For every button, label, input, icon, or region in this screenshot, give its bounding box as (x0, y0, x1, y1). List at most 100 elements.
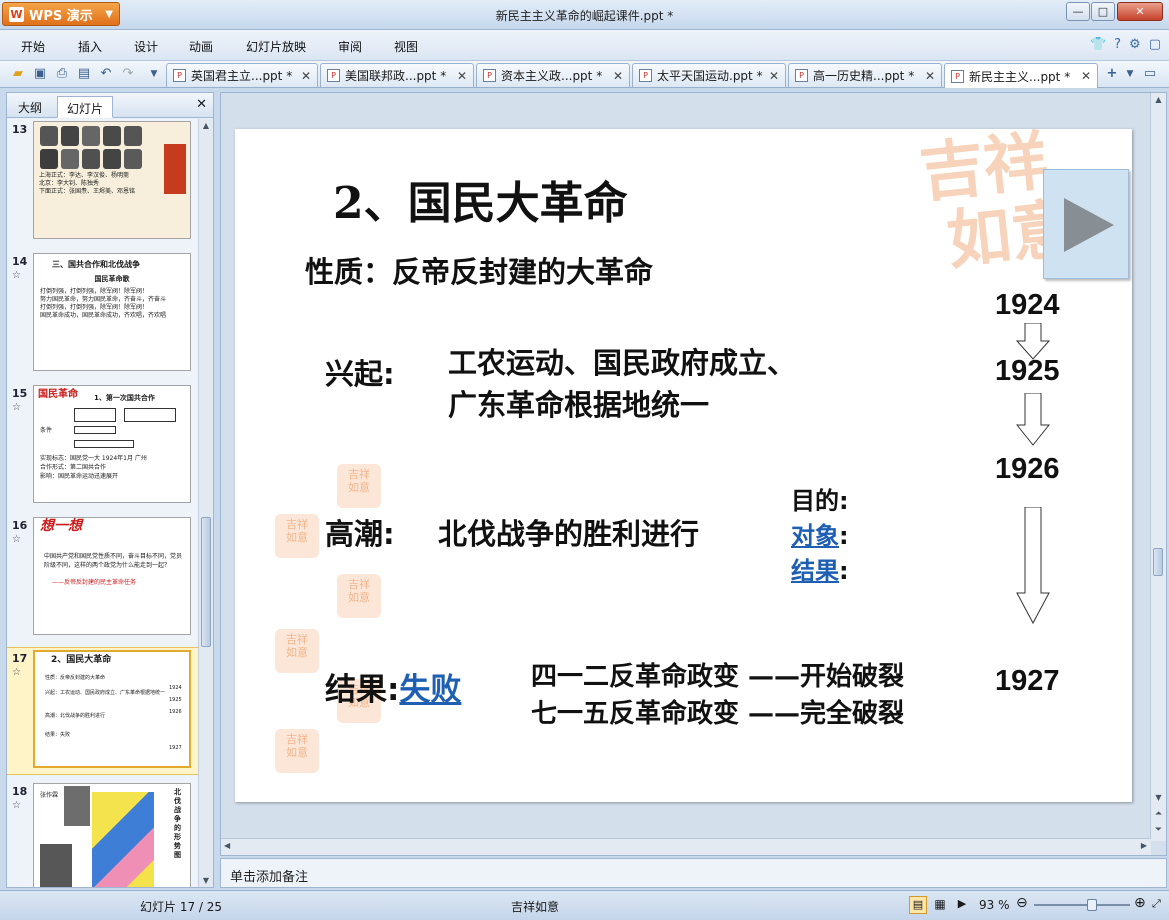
ppt-file-icon: P (173, 69, 186, 82)
customize-toolbar-icon[interactable]: ▼ (146, 66, 162, 82)
editor-vertical-scrollbar[interactable]: ▲ ▼ ⏶ ⏷ (1150, 93, 1166, 841)
editor-horizontal-scrollbar[interactable]: ◀ ▶ (221, 838, 1151, 855)
close-tab-icon[interactable]: ✕ (301, 69, 311, 83)
slide-title: 2、国民大革命 (333, 178, 628, 229)
menu-bar: 开始 插入 设计 动画 幻灯片放映 审阅 视图 👕 ? ⚙ ▢ (0, 30, 1169, 61)
tab-outline[interactable]: 大纲 (9, 96, 51, 118)
close-tab-icon[interactable]: ✕ (1081, 69, 1091, 83)
menu-insert[interactable]: 插入 (78, 38, 102, 55)
slide-thumb-16[interactable]: 16 ☆ 想一想 中国共产党和国民党性质不同，奋斗目标不同，党员阶级不同，这样的… (7, 515, 199, 643)
close-button[interactable]: ✕ (1117, 2, 1163, 21)
close-tab-icon[interactable]: ✕ (613, 69, 623, 83)
zoom-in-icon[interactable]: ⊕ (1134, 895, 1146, 911)
target-colon: : (839, 522, 849, 550)
target-link[interactable]: 对象 (791, 522, 839, 550)
fit-window-icon[interactable]: ⤢ (1152, 897, 1161, 911)
close-tab-icon[interactable]: ✕ (457, 69, 467, 83)
slide-thumb-17-selected[interactable]: 17 ☆ 2、国民大革命 性质：反帝反封建的大革命 兴起：工农运动、国民政府成立… (7, 647, 199, 775)
slide-thumbnail[interactable]: 想一想 中国共产党和国民党性质不同，奋斗目标不同，党员阶级不同，这样的两个政党为… (33, 517, 191, 635)
undo-icon[interactable]: ↶ (98, 66, 114, 82)
scroll-up-icon[interactable]: ▲ (1151, 93, 1166, 104)
menu-slideshow[interactable]: 幻灯片放映 (246, 38, 306, 55)
window-layout-icon[interactable]: ▭ (1142, 66, 1158, 82)
slide-number: 16 (12, 519, 28, 532)
open-icon[interactable]: ▰ (10, 66, 26, 82)
thumb-caption: 北伐战争的形势图 (174, 788, 181, 859)
slide-thumbnail[interactable]: 上海正式：李达、李汉俊、杨明斋 北京：李大钊、陈独秀 下面正式：张国焘、王烬美、… (33, 121, 191, 239)
minimize-button[interactable]: — (1066, 2, 1090, 21)
status-bar: 幻灯片 17 / 25 吉祥如意 ▤ ▦ ▶ 93 % ⊖ ⊕ ⤢ (0, 890, 1169, 920)
result-link-failure[interactable]: 失败 (399, 672, 461, 708)
doc-tab-4[interactable]: P 太平天国运动.ppt * ✕ (632, 63, 786, 87)
scroll-down-icon[interactable]: ▼ (1151, 793, 1166, 802)
scrollbar-thumb[interactable] (201, 517, 211, 647)
doc-tab-3[interactable]: P 资本主义政...ppt * ✕ (476, 63, 630, 87)
close-tab-icon[interactable]: ✕ (769, 69, 779, 83)
diagram-box (124, 408, 176, 422)
next-slide-icon[interactable]: ⏷ (1151, 825, 1166, 835)
slide-canvas[interactable]: 吉祥 如意 吉祥 如意 吉祥 如意 吉祥 如意 吉祥 如意 吉祥 如意 吉祥 如意 2、国民大… (235, 129, 1132, 802)
thumb-title: 想一想 (40, 518, 82, 534)
doc-tab-2[interactable]: P 美国联邦政...ppt * ✕ (320, 63, 474, 87)
rise-line-2: 广东革命根据地统一 (448, 388, 710, 422)
scroll-right-icon[interactable]: ▶ (1141, 841, 1147, 850)
outcome-link[interactable]: 结果 (791, 557, 839, 585)
normal-view-icon[interactable]: ▤ (909, 896, 927, 914)
slide-thumbnail[interactable]: 三、国共合作和北伐战争 国民革命歌 打倒列强，打倒列强，除军阀！除军阀！ 努力国… (33, 253, 191, 371)
scroll-down-icon[interactable]: ▼ (199, 876, 213, 885)
shirt-icon[interactable]: 👕 (1090, 37, 1106, 52)
climax-label: 高潮: (325, 517, 395, 551)
slideshow-view-icon[interactable]: ▶ (953, 896, 971, 914)
maximize-button[interactable]: □ (1091, 2, 1115, 21)
menu-view[interactable]: 视图 (394, 38, 418, 55)
doc-tab-label: 英国君主立...ppt * (191, 69, 293, 83)
notes-pane[interactable]: 单击添加备注 (220, 858, 1167, 888)
doc-tab-6-active[interactable]: P 新民主主义...ppt * ✕ (944, 63, 1098, 88)
restore-ribbon-icon[interactable]: ▢ (1149, 37, 1161, 52)
print-icon[interactable]: ⎙ (54, 66, 70, 82)
close-tab-icon[interactable]: ✕ (925, 69, 935, 83)
slide-thumbnail[interactable]: 国民革命 1、第一次国共合作 条件 实现标志：国民党一大 1924年1月 广州 … (33, 385, 191, 503)
doc-tab-5[interactable]: P 高一历史精...ppt * ✕ (788, 63, 942, 87)
animation-star-icon: ☆ (12, 667, 21, 678)
menu-animation[interactable]: 动画 (189, 38, 213, 55)
menu-design[interactable]: 设计 (134, 38, 158, 55)
scroll-up-icon[interactable]: ▲ (199, 119, 213, 130)
options-icon[interactable]: ⚙ (1129, 37, 1141, 52)
slide-thumb-18[interactable]: 18 ☆ 张作霖 北伐战争的形势图 (7, 781, 199, 887)
slide-sorter-view-icon[interactable]: ▦ (931, 896, 949, 914)
diagram-box (74, 426, 116, 434)
print-preview-icon[interactable]: ▤ (76, 66, 92, 82)
thumb-text: 中国共产党和国民党性质不同，奋斗目标不同，党员阶级不同，这样的两个政党为什么能走… (44, 553, 183, 586)
slide-thumb-15[interactable]: 15 ☆ 国民革命 1、第一次国共合作 条件 实现标志：国民党一大 1924年1… (7, 383, 199, 511)
zoom-slider-knob[interactable] (1087, 899, 1098, 911)
help-icon[interactable]: ? (1114, 37, 1121, 52)
close-panel-icon[interactable]: ✕ (196, 97, 207, 112)
slide-thumb-13[interactable]: 13 上海正式：李达、李汉俊、杨明斋 北京：李大钊、陈独秀 下面正式：张国焘、王… (7, 119, 199, 247)
save-icon[interactable]: ▣ (32, 66, 48, 82)
play-action-button[interactable] (1043, 169, 1129, 279)
menu-home[interactable]: 开始 (21, 38, 45, 55)
scrollbar-thumb[interactable] (1153, 548, 1163, 576)
previous-slide-icon[interactable]: ⏶ (1151, 809, 1166, 819)
tab-slides[interactable]: 幻灯片 (57, 96, 114, 118)
doc-tab-label: 新民主主义...ppt * (969, 69, 1071, 84)
doc-tab-1[interactable]: P 英国君主立...ppt * ✕ (166, 63, 318, 87)
tab-list-chevron-icon[interactable]: ▼ (1122, 66, 1138, 82)
portrait-photo (40, 844, 72, 887)
outcome-colon: : (839, 557, 849, 585)
notes-placeholder[interactable]: 单击添加备注 (230, 866, 308, 885)
thumbnail-scrollbar[interactable]: ▲ ▼ (198, 119, 213, 887)
slide-thumb-14[interactable]: 14 ☆ 三、国共合作和北伐战争 国民革命歌 打倒列强，打倒列强，除军阀！除军阀… (7, 251, 199, 379)
zoom-level: 93 % (979, 898, 1010, 912)
redo-icon[interactable]: ↷ (120, 66, 136, 82)
slide-thumbnail[interactable]: 张作霖 北伐战争的形势图 (33, 783, 191, 887)
slide-thumbnail[interactable]: 2、国民大革命 性质：反帝反封建的大革命 兴起：工农运动、国民政府成立、广东革命… (33, 650, 191, 768)
scroll-left-icon[interactable]: ◀ (224, 841, 230, 850)
menu-review[interactable]: 审阅 (338, 38, 362, 55)
zoom-slider[interactable] (1034, 899, 1130, 911)
new-tab-plus-icon[interactable]: + (1104, 66, 1120, 82)
map-image (92, 792, 154, 887)
zoom-out-icon[interactable]: ⊖ (1016, 895, 1028, 911)
ppt-file-icon: P (639, 69, 652, 82)
